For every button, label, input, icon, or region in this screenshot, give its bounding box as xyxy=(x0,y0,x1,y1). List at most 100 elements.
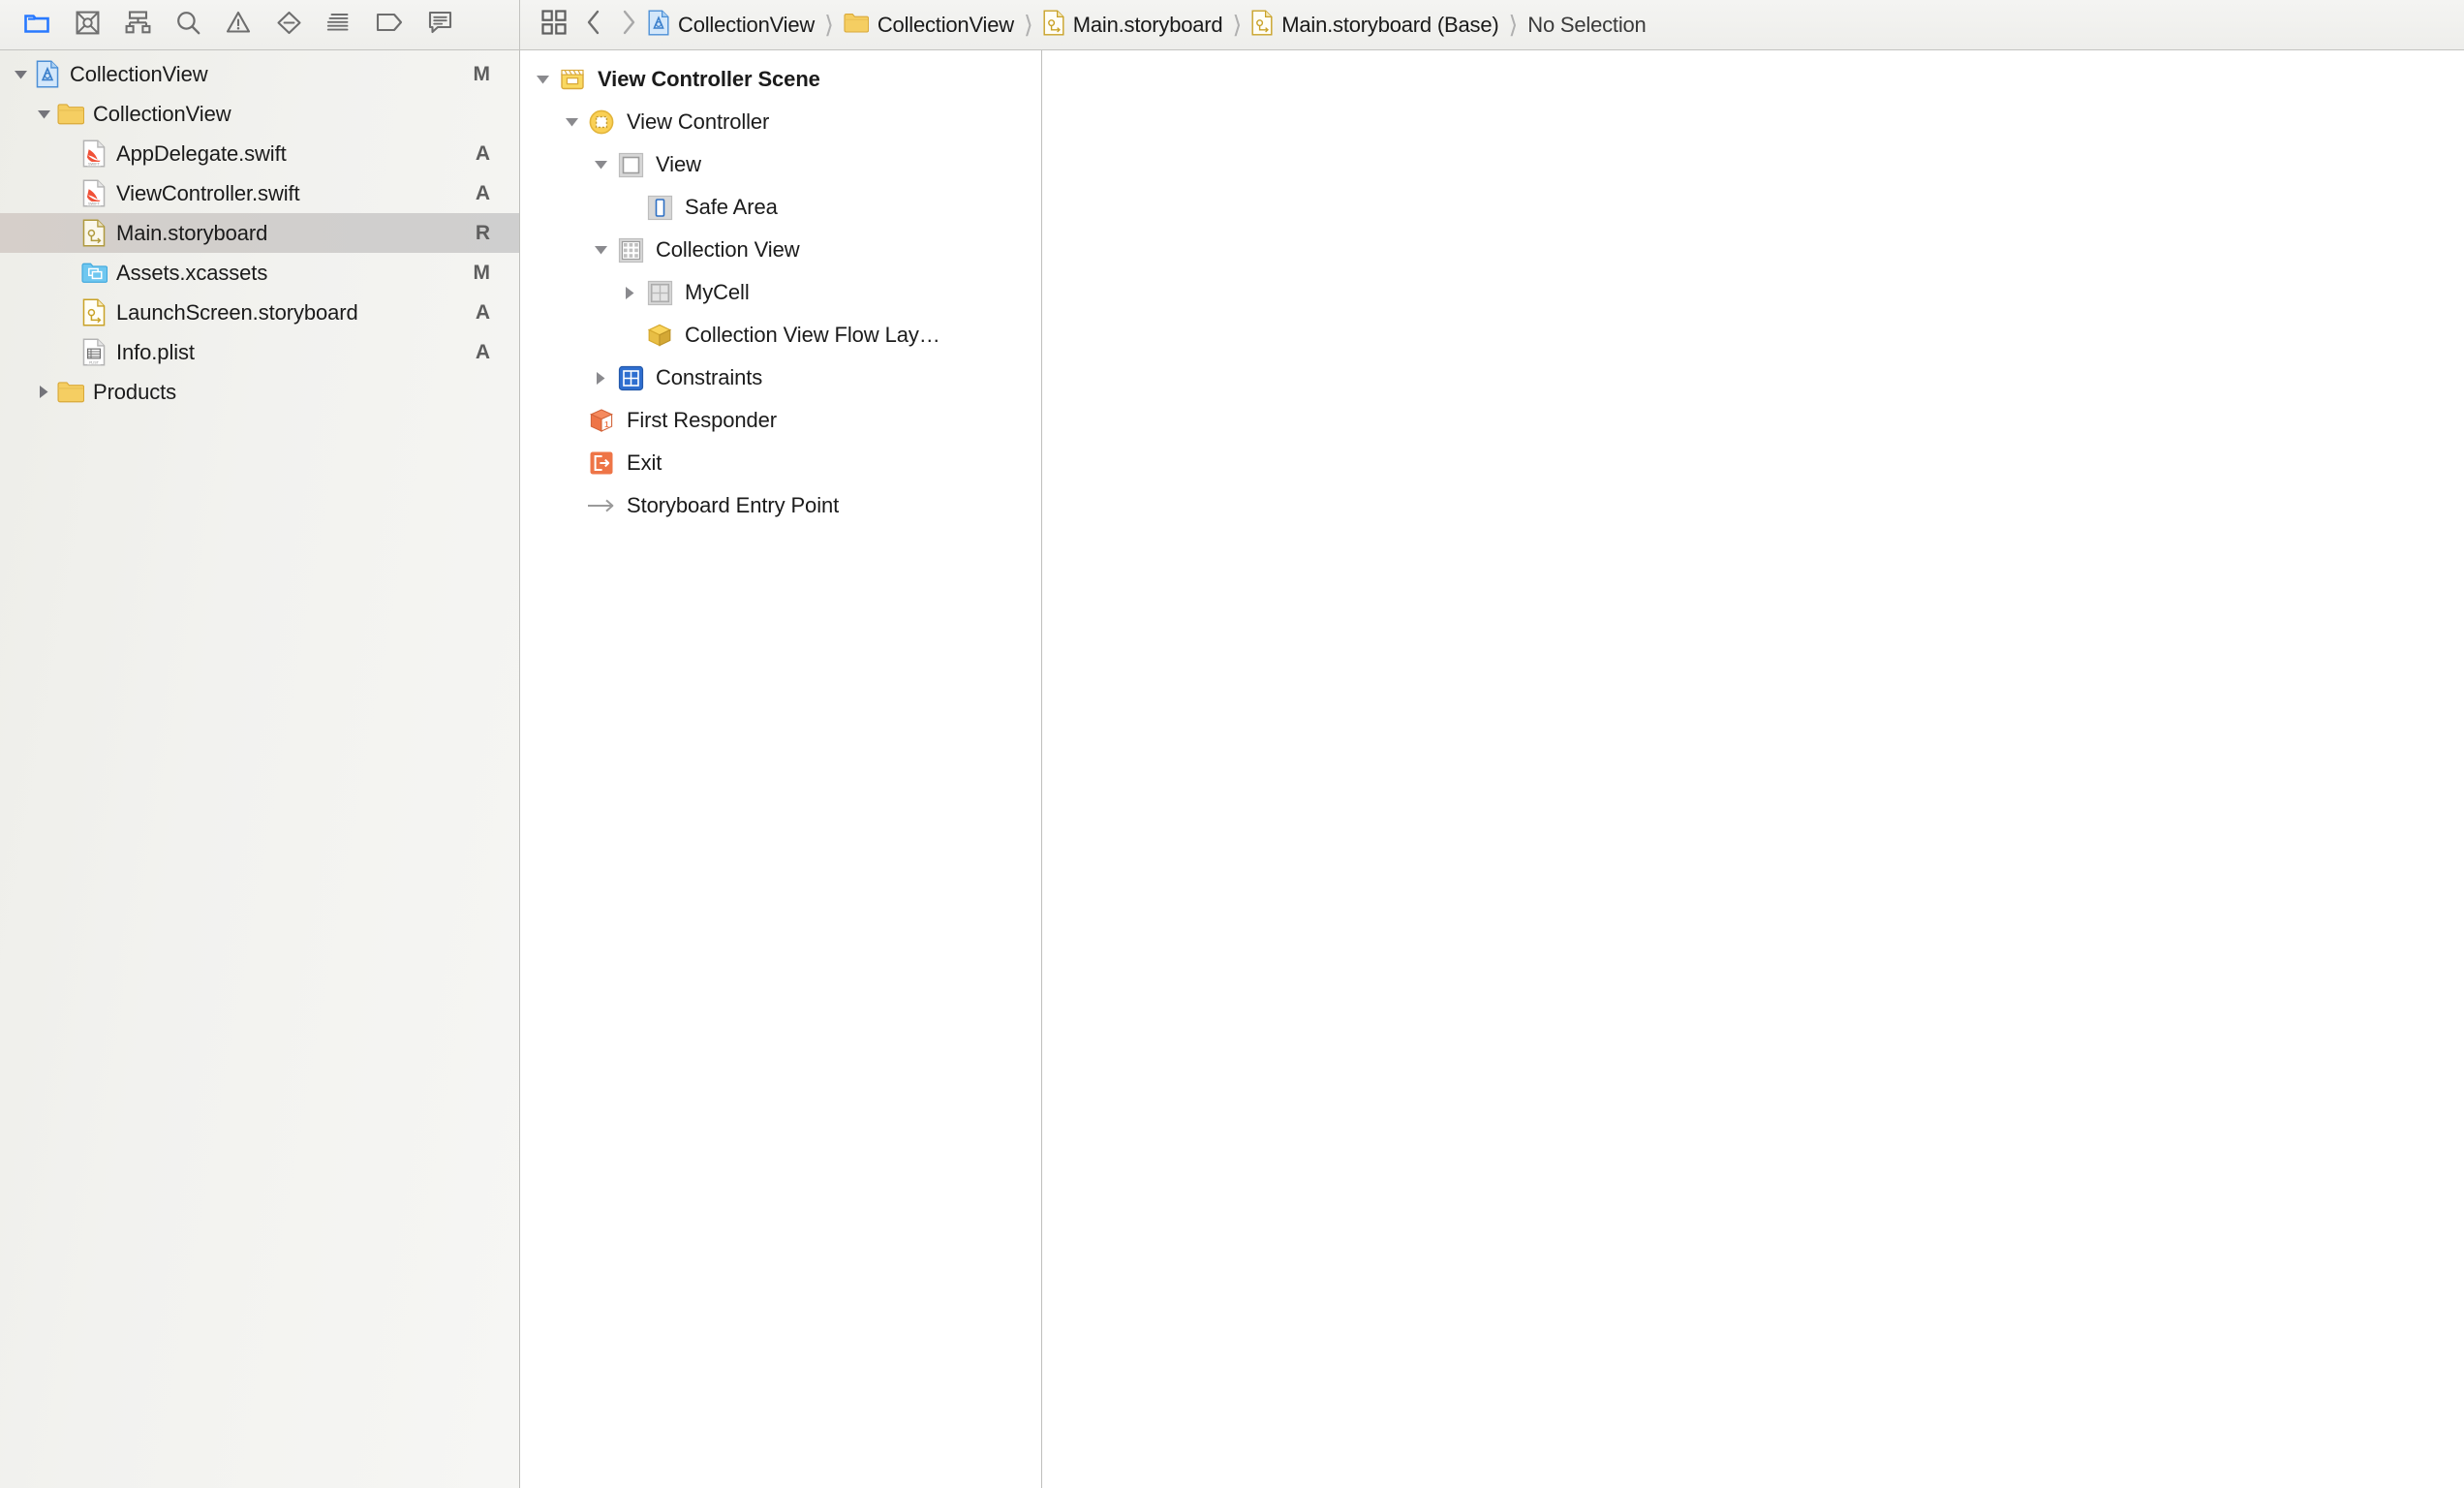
collection-cell-icon xyxy=(644,280,675,306)
navigator-row-label: CollectionView xyxy=(93,101,231,126)
outline-row-entry-point[interactable]: Storyboard Entry Point xyxy=(520,484,1041,527)
scm-status-badge: M xyxy=(473,62,491,85)
disclosure-triangle-down-icon[interactable] xyxy=(31,108,56,120)
project-navigator-button[interactable] xyxy=(12,6,62,45)
test-navigator-button[interactable] xyxy=(263,6,314,45)
outline-row-constraints[interactable]: Constraints xyxy=(520,356,1041,399)
search-icon xyxy=(176,11,200,40)
view-icon xyxy=(615,152,646,178)
entry-point-arrow-icon[interactable] xyxy=(2398,806,2464,845)
navigator-row-viewcontroller[interactable]: SWIFT ViewController.swift A xyxy=(0,173,519,213)
xcode-project-icon xyxy=(648,10,669,41)
safe-area-icon xyxy=(644,195,675,221)
symbol-navigator-button[interactable] xyxy=(112,6,163,45)
scm-status-badge: A xyxy=(475,141,490,165)
navigator-row-assets[interactable]: Assets.xcassets M xyxy=(0,253,519,293)
disclosure-triangle-right-icon[interactable] xyxy=(31,385,56,399)
breadcrumb-separator: ⟩ xyxy=(1232,11,1243,39)
outline-row-label: Constraints xyxy=(656,365,763,389)
breadcrumb-item-selection[interactable]: No Selection xyxy=(1525,13,1648,38)
outline-row-label: Storyboard Entry Point xyxy=(627,493,840,517)
outline-row-label: Safe Area xyxy=(685,195,778,219)
first-responder-icon: 1 xyxy=(586,407,617,434)
navigator-row-label: LaunchScreen.storyboard xyxy=(116,299,358,325)
constraints-icon xyxy=(615,365,646,391)
navigator-row-infoplist[interactable]: PLIST Info.plist A xyxy=(0,332,519,372)
outline-row-label: Collection View xyxy=(656,237,800,262)
issue-navigator-button[interactable] xyxy=(213,6,263,45)
outline-row-label: View Controller xyxy=(627,109,770,134)
navigator-row-launchscreen[interactable]: LaunchScreen.storyboard A xyxy=(0,293,519,332)
navigator-row-label: Info.plist xyxy=(116,339,195,364)
svg-text:PLIST: PLIST xyxy=(89,361,100,365)
outline-row-view-controller[interactable]: View Controller xyxy=(520,101,1041,143)
svg-text:SWIFT: SWIFT xyxy=(88,202,101,206)
scm-status-badge: A xyxy=(475,181,490,204)
debug-navigator-button[interactable] xyxy=(314,6,364,45)
outline-row-scene[interactable]: View Controller Scene xyxy=(520,58,1041,101)
navigator-row-label: Main.storyboard xyxy=(116,220,268,245)
breakpoint-navigator-button[interactable] xyxy=(364,6,415,45)
navigate-forward-button[interactable] xyxy=(611,6,646,45)
breadcrumb-item-base-locale[interactable]: Main.storyboard (Base) xyxy=(1249,10,1500,41)
breadcrumb-label: Main.storyboard xyxy=(1072,12,1223,37)
navigator-row-products[interactable]: Products xyxy=(0,372,519,412)
breadcrumb-label: No Selection xyxy=(1527,12,1647,37)
storyboard-icon xyxy=(1043,10,1064,41)
outline-row-first-responder[interactable]: 1 First Responder xyxy=(520,399,1041,442)
outline-row-exit[interactable]: Exit xyxy=(520,442,1041,484)
plist-icon: PLIST xyxy=(79,338,108,366)
xcode-project-icon xyxy=(33,60,62,88)
outline-row-mycell[interactable]: MyCell xyxy=(520,271,1041,314)
editor-jump-bar: CollectionView ⟩ CollectionView ⟩ Main.s… xyxy=(520,0,2464,49)
navigator-row-main-storyboard[interactable]: Main.storyboard R xyxy=(0,213,519,253)
report-navigator-button[interactable] xyxy=(415,6,465,45)
storyboard-icon xyxy=(1251,10,1273,41)
storyboard-canvas[interactable]: 1 9:41 AM xyxy=(1042,50,2464,1488)
speech-bubble-icon xyxy=(428,11,452,39)
disclosure-triangle-down-icon[interactable] xyxy=(557,116,586,128)
outline-row-label: First Responder xyxy=(627,408,778,432)
outline-row-label: MyCell xyxy=(685,280,750,304)
outline-row-safe-area[interactable]: Safe Area xyxy=(520,186,1041,229)
scene-icon xyxy=(557,67,588,92)
source-control-icon xyxy=(76,11,100,40)
find-navigator-button[interactable] xyxy=(163,6,213,45)
navigate-back-button[interactable] xyxy=(576,6,611,45)
folder-yellow-icon xyxy=(56,103,85,125)
disclosure-triangle-down-icon[interactable] xyxy=(8,69,33,80)
disclosure-triangle-right-icon[interactable] xyxy=(615,286,644,300)
navigator-row-appdelegate[interactable]: SWIFT AppDelegate.swift A xyxy=(0,134,519,173)
main-content: CollectionView M CollectionView SWIFT Ap… xyxy=(0,50,2464,1488)
entry-point-arrow-icon xyxy=(586,497,617,514)
diamond-minus-icon xyxy=(276,11,302,40)
related-items-button[interactable] xyxy=(532,6,576,45)
disclosure-triangle-down-icon[interactable] xyxy=(528,74,557,85)
disclosure-triangle-down-icon[interactable] xyxy=(586,159,615,170)
document-outline: View Controller Scene View Controller Vi… xyxy=(520,50,1042,1488)
breadcrumb-label: Main.storyboard (Base) xyxy=(1281,12,1499,37)
source-control-navigator-button[interactable] xyxy=(62,6,112,45)
disclosure-triangle-down-icon[interactable] xyxy=(586,244,615,256)
flow-layout-icon xyxy=(644,322,675,349)
storyboard-icon xyxy=(79,298,108,326)
outline-row-label: Exit xyxy=(627,450,662,475)
outline-row-flow-layout[interactable]: Collection View Flow Lay… xyxy=(520,314,1041,356)
breadcrumb-item-group[interactable]: CollectionView xyxy=(842,13,1016,38)
outline-row-view[interactable]: View xyxy=(520,143,1041,186)
outline-row-collection-view[interactable]: Collection View xyxy=(520,229,1041,271)
xcode-window: CollectionView ⟩ CollectionView ⟩ Main.s… xyxy=(0,0,2464,1488)
folder-yellow-icon xyxy=(844,13,870,38)
breadcrumb-separator: ⟩ xyxy=(824,11,834,39)
outline-row-label: View xyxy=(656,152,701,176)
project-navigator: CollectionView M CollectionView SWIFT Ap… xyxy=(0,50,520,1488)
breadcrumb-item-project[interactable]: CollectionView xyxy=(646,10,816,41)
xcassets-icon xyxy=(79,262,108,284)
top-bar: CollectionView ⟩ CollectionView ⟩ Main.s… xyxy=(0,0,2464,50)
outline-row-label: Collection View Flow Lay… xyxy=(685,323,940,347)
navigator-row-group[interactable]: CollectionView xyxy=(0,94,519,134)
folder-yellow-icon xyxy=(56,381,85,403)
breadcrumb-item-file[interactable]: Main.storyboard xyxy=(1041,10,1225,41)
disclosure-triangle-right-icon[interactable] xyxy=(586,371,615,386)
navigator-row-project[interactable]: CollectionView M xyxy=(0,54,519,94)
